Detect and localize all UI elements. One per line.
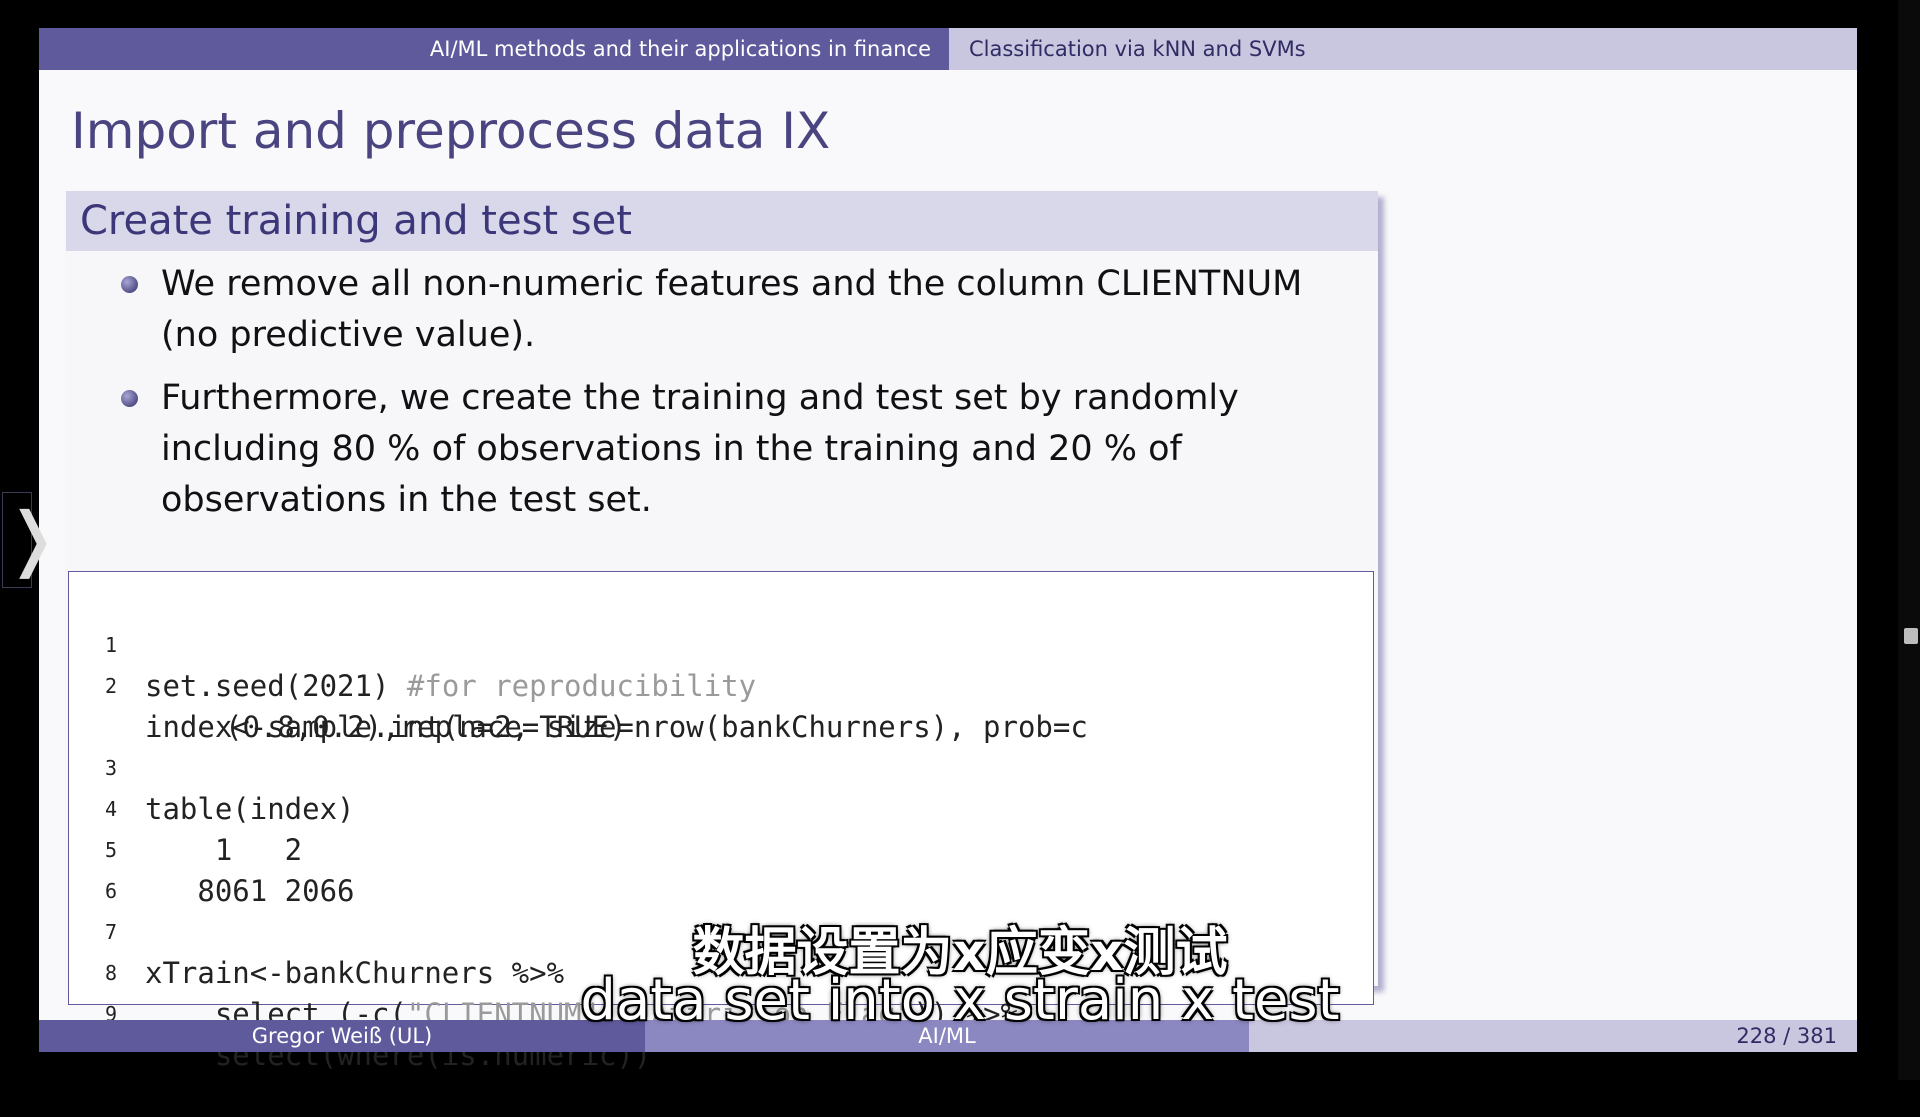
slide: AI/ML methods and their applications in … [39, 28, 1857, 1072]
code-line: 4 1 2 [69, 748, 302, 867]
page-title: Import and preprocess data IX [71, 102, 831, 160]
code-line: 3 table(index) [69, 707, 355, 826]
bullet-icon [121, 276, 138, 293]
chevron-right-icon[interactable]: ❭ [2, 492, 62, 588]
section-title: Classification via kNN and SVMs [949, 28, 1857, 70]
list-item: Furthermore, we create the training and … [121, 373, 1341, 526]
bullet-text: Furthermore, we create the training and … [161, 378, 1239, 520]
course-title: AI/ML methods and their applications in … [39, 28, 949, 70]
code-line: 2 index<-sample.int(n=2, size=nrow(bankC… [69, 625, 1088, 744]
bullet-list: We remove all non-numeric features and t… [121, 259, 1341, 538]
code-line: 5 8061 2066 [69, 789, 355, 908]
header-bar: AI/ML methods and their applications in … [39, 28, 1857, 70]
code-line: 7 xTrain<-bankChurners %>% [69, 871, 564, 990]
code-text: (0.8,0.2),replace=TRUE) [225, 710, 627, 744]
list-item: We remove all non-numeric features and t… [121, 259, 1341, 361]
subtitle-english: data set into x strain x test [580, 968, 1340, 1033]
code-line: 1 set.seed(2021) #for reproducibility [69, 584, 756, 703]
code-comment: #for reproducibility [406, 669, 757, 703]
content-block: Create training and test set We remove a… [66, 191, 1378, 1072]
scrollbar-thumb[interactable] [1904, 628, 1918, 644]
bullet-text: We remove all non-numeric features and t… [161, 264, 1303, 355]
code-line: 6 [69, 830, 209, 903]
code-line-continuation: (0.8,0.2),replace=TRUE) [69, 666, 627, 744]
bullet-icon [121, 390, 138, 407]
block-title: Create training and test set [66, 191, 1378, 251]
